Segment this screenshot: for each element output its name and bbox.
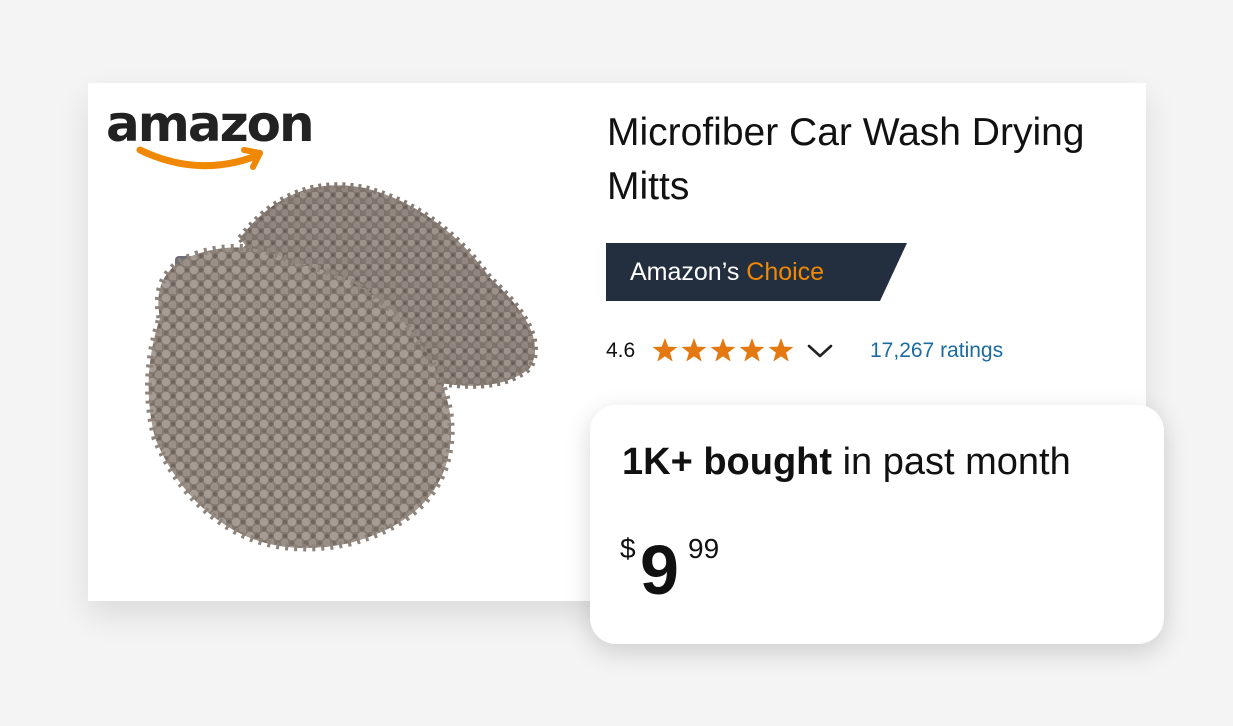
star-icon — [710, 338, 736, 362]
price-fraction: 99 — [688, 533, 720, 564]
star-icon — [652, 338, 678, 362]
purchase-info-card: 1K+ bought in past month $ 9 99 — [590, 405, 1164, 644]
bought-in-past-month: 1K+ bought in past month — [622, 437, 1071, 487]
product-title[interactable]: Microfiber Car Wash Drying Mitts — [607, 106, 1087, 214]
chevron-down-icon[interactable] — [806, 342, 834, 360]
star-icon — [681, 338, 707, 362]
star-rating[interactable] — [652, 338, 802, 364]
bought-count: 1K+ bought — [622, 441, 833, 483]
badge-label: Amazon’s Choice — [630, 243, 824, 301]
amazons-choice-badge: Amazon’s Choice — [606, 243, 907, 301]
star-icon — [768, 338, 794, 362]
price: $ 9 99 — [620, 529, 820, 619]
rating-row: 4.6 17,267 ratings — [606, 333, 1066, 369]
bought-period: in past month — [832, 441, 1071, 483]
rating-value: 4.6 — [606, 339, 636, 362]
price-whole: 9 — [640, 531, 679, 609]
badge-accent: Choice — [746, 258, 825, 286]
ratings-count-link[interactable]: 17,267 ratings — [870, 333, 1003, 369]
price-currency: $ — [620, 533, 636, 564]
microfiber-mitt-image — [145, 182, 538, 552]
badge-prefix: Amazon’s — [630, 258, 747, 286]
star-icon — [739, 338, 765, 362]
amazon-logo: amazon — [106, 92, 346, 178]
